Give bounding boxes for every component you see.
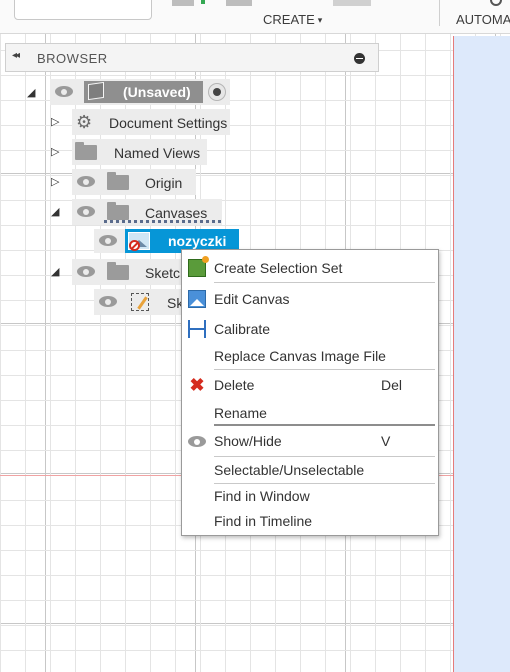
menu-item-find-in-timeline[interactable]: Find in Timeline bbox=[182, 509, 438, 533]
activate-radio-button[interactable] bbox=[208, 83, 226, 101]
tree-item-label: Named Views bbox=[114, 145, 201, 161]
tree-item-sketch[interactable]: Sk bbox=[0, 289, 183, 315]
menu-item-label: Create Selection Set bbox=[214, 260, 343, 276]
automate-icon[interactable] bbox=[490, 0, 502, 6]
toolbar-green-indicator bbox=[201, 0, 205, 4]
menu-item-edit-canvas[interactable]: Edit Canvas bbox=[182, 287, 438, 311]
toolbar-input-box[interactable] bbox=[14, 0, 152, 20]
menu-item-label: Delete bbox=[214, 377, 255, 393]
tree-item-label: Document Settings bbox=[109, 115, 228, 131]
tree-item-label: Origin bbox=[145, 175, 183, 191]
root-label: (Unsaved) bbox=[123, 84, 191, 100]
expand-triangle-icon[interactable]: ▷ bbox=[51, 115, 59, 129]
tree-item-document-settings[interactable]: ▷ ⚙ Document Settings bbox=[0, 109, 240, 135]
no-calibration-icon bbox=[129, 240, 140, 251]
menu-item-label: Find in Window bbox=[214, 488, 310, 504]
eye-icon[interactable] bbox=[77, 206, 95, 217]
folder-icon bbox=[107, 262, 129, 280]
expand-triangle-icon[interactable]: ◢ bbox=[51, 265, 59, 279]
browser-panel-header: ◂◂ BROWSER bbox=[5, 43, 379, 72]
expand-triangle-icon[interactable]: ◢ bbox=[27, 86, 35, 100]
menu-item-label: Show/Hide bbox=[214, 433, 282, 449]
tree-item-label: nozyczki bbox=[168, 233, 227, 249]
dashed-underline bbox=[104, 220, 222, 223]
menu-item-label: Calibrate bbox=[214, 321, 271, 337]
menu-item-show-hide[interactable]: Show/Hide V bbox=[182, 429, 438, 453]
menu-item-calibrate[interactable]: Calibrate bbox=[182, 317, 438, 341]
menu-item-shortcut: V bbox=[381, 433, 391, 449]
minimize-icon[interactable] bbox=[354, 53, 365, 64]
tree-item-sketches[interactable]: ◢ Sketch bbox=[0, 259, 188, 285]
menu-separator bbox=[214, 456, 435, 457]
delete-icon: ✖ bbox=[189, 375, 205, 395]
eye-icon bbox=[188, 436, 206, 447]
toolbar-tool-icon[interactable] bbox=[333, 0, 371, 6]
toolbar-tool-icon[interactable] bbox=[172, 0, 194, 6]
menu-item-create-selection-set[interactable]: Create Selection Set bbox=[182, 256, 438, 280]
gear-icon: ⚙ bbox=[76, 112, 93, 132]
toolbar: CREATE ▾ AUTOMA bbox=[0, 0, 510, 34]
folder-icon bbox=[107, 172, 129, 190]
expand-triangle-icon[interactable]: ◢ bbox=[51, 205, 59, 219]
axis-line-vertical bbox=[453, 36, 454, 672]
tree-item-named-views[interactable]: ▷ Named Views bbox=[0, 139, 240, 165]
menu-item-shortcut: Del bbox=[381, 377, 403, 393]
eye-icon[interactable] bbox=[99, 296, 117, 307]
component-cube-icon bbox=[88, 81, 104, 101]
menu-item-label: Selectable/Unselectable bbox=[214, 462, 365, 478]
calibrate-icon bbox=[188, 320, 206, 338]
eye-icon[interactable] bbox=[77, 266, 95, 277]
automate-menu-button[interactable]: AUTOMA bbox=[456, 12, 510, 27]
context-menu: Create Selection Set Edit Canvas Calibra… bbox=[181, 249, 439, 536]
browser-title: BROWSER bbox=[37, 51, 108, 66]
menu-item-delete[interactable]: ✖ Delete Del bbox=[182, 373, 438, 397]
tree-item-label: Canvases bbox=[145, 205, 208, 221]
edit-canvas-icon bbox=[188, 290, 206, 308]
eye-icon[interactable] bbox=[99, 235, 117, 246]
create-label: CREATE bbox=[263, 12, 315, 27]
collapse-panel-icon[interactable]: ◂◂ bbox=[12, 50, 20, 61]
toolbar-tool-icon[interactable] bbox=[226, 0, 252, 6]
menu-item-find-in-window[interactable]: Find in Window bbox=[182, 484, 438, 508]
tree-item-origin[interactable]: ▷ Origin bbox=[0, 169, 240, 195]
folder-icon bbox=[75, 142, 97, 160]
menu-separator bbox=[214, 369, 435, 370]
menu-item-replace-canvas-image-file[interactable]: Replace Canvas Image File bbox=[182, 344, 438, 368]
menu-item-rename[interactable]: Rename bbox=[182, 401, 438, 425]
eye-icon[interactable] bbox=[77, 176, 95, 187]
toolbar-separator bbox=[439, 0, 440, 26]
caret-down-icon: ▾ bbox=[317, 15, 323, 25]
canvas-right-pane bbox=[454, 36, 510, 672]
menu-separator bbox=[214, 424, 435, 426]
selection-set-icon bbox=[188, 256, 209, 277]
menu-item-label: Replace Canvas Image File bbox=[214, 348, 386, 364]
menu-item-label: Rename bbox=[214, 405, 267, 421]
sketch-icon bbox=[131, 293, 149, 311]
menu-separator bbox=[214, 282, 435, 283]
menu-item-label: Edit Canvas bbox=[214, 291, 290, 307]
menu-item-selectable-unselectable[interactable]: Selectable/Unselectable bbox=[182, 458, 438, 482]
menu-item-label: Find in Timeline bbox=[214, 513, 313, 529]
expand-triangle-icon[interactable]: ▷ bbox=[51, 145, 59, 159]
expand-triangle-icon[interactable]: ▷ bbox=[51, 175, 59, 189]
folder-icon bbox=[107, 202, 129, 220]
create-menu-button[interactable]: CREATE ▾ bbox=[263, 12, 322, 27]
eye-icon[interactable] bbox=[55, 86, 73, 97]
